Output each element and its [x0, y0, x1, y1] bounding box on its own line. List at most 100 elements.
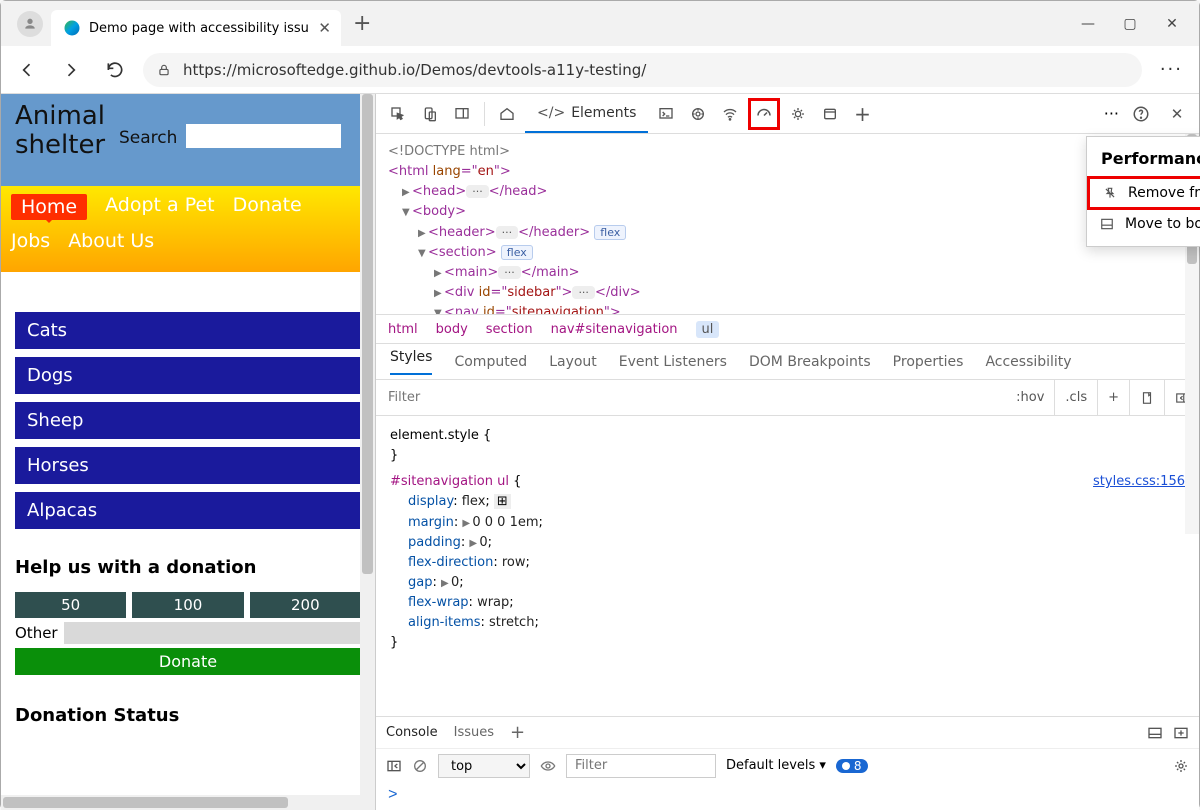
add-drawer-tab[interactable]: +	[510, 722, 525, 743]
console-sidebar-icon[interactable]	[386, 758, 402, 774]
tab-context-menu: Performance Remove from Activity Bar Mov…	[1086, 136, 1200, 247]
other-amount-input[interactable]	[64, 622, 361, 644]
sidebar-item[interactable]: Alpacas	[15, 492, 361, 529]
browser-toolbar: https://microsoftedge.github.io/Demos/de…	[1, 46, 1199, 94]
browser-tab[interactable]: Demo page with accessibility issu ✕	[51, 10, 341, 46]
url-text: https://microsoftedge.github.io/Demos/de…	[183, 61, 646, 79]
collapse-drawer-icon[interactable]	[1147, 725, 1163, 741]
page-scrollbar-vertical[interactable]	[360, 94, 375, 810]
performance-tab-icon[interactable]	[748, 98, 780, 130]
nav-jobs[interactable]: Jobs	[11, 230, 50, 252]
dom-breakpoints-tab[interactable]: DOM Breakpoints	[749, 354, 871, 370]
elements-tab[interactable]: </> Elements	[525, 95, 648, 133]
browser-menu-button[interactable]: ···	[1154, 59, 1189, 80]
tab-title: Demo page with accessibility issu	[89, 21, 309, 36]
console-settings-icon[interactable]	[1173, 758, 1189, 774]
hov-toggle[interactable]: :hov	[1006, 380, 1044, 416]
donation-heading: Help us with a donation	[15, 557, 361, 578]
profile-avatar[interactable]	[17, 11, 43, 37]
issues-badge[interactable]: 8	[836, 759, 868, 773]
donation-amount[interactable]: 50	[15, 592, 126, 618]
inspect-element-icon[interactable]	[384, 100, 412, 128]
styles-tabs: Styles Computed Layout Event Listeners D…	[376, 344, 1199, 380]
log-levels-select[interactable]: Default levels ▾	[726, 758, 826, 773]
search-label: Search	[119, 128, 177, 148]
sources-tab-icon[interactable]	[684, 100, 712, 128]
context-menu-move-bottom[interactable]: Move to bottom Quick View	[1087, 210, 1200, 238]
computed-pane-icon[interactable]	[1129, 380, 1154, 416]
device-toolbar-icon[interactable]	[416, 100, 444, 128]
devtools-toolbar: </> Elements + ··· ✕	[376, 94, 1199, 134]
nav-adopt[interactable]: Adopt a Pet	[105, 194, 215, 220]
main-nav: Home Adopt a Pet Donate Jobs About Us	[1, 186, 375, 272]
sidebar-item[interactable]: Horses	[15, 447, 361, 484]
application-tab-icon[interactable]	[816, 100, 844, 128]
edge-icon	[63, 19, 81, 37]
new-style-rule-icon[interactable]: +	[1097, 380, 1119, 416]
styles-tab[interactable]: Styles	[390, 349, 432, 375]
cls-toggle[interactable]: .cls	[1054, 380, 1087, 416]
console-tab-icon[interactable]	[652, 100, 680, 128]
sidebar-item[interactable]: Sheep	[15, 402, 361, 439]
page-scrollbar-horizontal[interactable]	[1, 795, 360, 810]
welcome-tab-icon[interactable]	[493, 100, 521, 128]
context-select[interactable]: top	[438, 754, 530, 778]
tab-close-icon[interactable]: ✕	[318, 19, 331, 37]
status-heading: Donation Status	[1, 685, 375, 732]
live-expression-icon[interactable]	[540, 758, 556, 774]
dom-breadcrumbs[interactable]: html body section nav#sitenavigation ul	[376, 314, 1199, 344]
dom-tree[interactable]: <!DOCTYPE html> <html lang="en"> ▶<head>…	[376, 134, 1199, 314]
window-maximize-button[interactable]: ▢	[1123, 16, 1137, 32]
refresh-button[interactable]	[99, 54, 131, 86]
accessibility-tab[interactable]: Accessibility	[985, 354, 1071, 370]
sidebar-item[interactable]: Cats	[15, 312, 361, 349]
devtools-close-icon[interactable]: ✕	[1163, 100, 1191, 128]
donate-button[interactable]: Donate	[15, 648, 361, 675]
window-minimize-button[interactable]: —	[1081, 16, 1095, 32]
address-bar[interactable]: https://microsoftedge.github.io/Demos/de…	[143, 53, 1142, 87]
search-input[interactable]	[186, 124, 341, 148]
sidebar-list: Cats Dogs Sheep Horses Alpacas	[1, 272, 375, 547]
devtools-panel: </> Elements + ··· ✕ Performance Remove …	[376, 94, 1199, 810]
donation-amount[interactable]: 200	[250, 592, 361, 618]
dock-bottom-icon	[1099, 217, 1115, 231]
layout-tab[interactable]: Layout	[549, 354, 597, 370]
back-button[interactable]	[11, 54, 43, 86]
memory-tab-icon[interactable]	[784, 100, 812, 128]
window-titlebar: Demo page with accessibility issu ✕ + — …	[1, 1, 1199, 46]
donation-section: Help us with a donation 50 100 200 Other…	[1, 547, 375, 685]
donation-amount[interactable]: 100	[132, 592, 243, 618]
context-menu-remove[interactable]: Remove from Activity Bar	[1087, 176, 1200, 210]
styles-filter-input[interactable]	[376, 390, 996, 405]
issues-tab[interactable]: Issues	[454, 725, 494, 740]
sidebar-item[interactable]: Dogs	[15, 357, 361, 394]
styles-filter-bar: :hov .cls +	[376, 380, 1199, 416]
help-icon[interactable]	[1127, 100, 1155, 128]
elements-tab-icon: </>	[537, 105, 565, 121]
window-close-button[interactable]: ✕	[1165, 16, 1179, 32]
properties-tab[interactable]: Properties	[893, 354, 964, 370]
console-tab[interactable]: Console	[386, 725, 438, 740]
console-drawer-tabs: Console Issues +	[376, 716, 1199, 748]
rule-source-link[interactable]: styles.css:156	[1093, 472, 1185, 492]
window-controls: — ▢ ✕	[1081, 16, 1191, 32]
console-filter-input[interactable]	[566, 754, 716, 778]
computed-tab[interactable]: Computed	[454, 354, 527, 370]
close-drawer-icon[interactable]	[1173, 725, 1189, 741]
nav-home[interactable]: Home	[11, 194, 87, 220]
console-prompt[interactable]: >	[376, 782, 1199, 810]
forward-button[interactable]	[55, 54, 87, 86]
lock-icon	[157, 63, 171, 77]
other-label: Other	[15, 624, 58, 642]
dock-icon[interactable]	[448, 100, 476, 128]
more-tabs-icon[interactable]: +	[848, 100, 876, 128]
clear-console-icon[interactable]	[412, 758, 428, 774]
nav-donate[interactable]: Donate	[233, 194, 302, 220]
devtools-menu-button[interactable]: ···	[1104, 104, 1119, 123]
event-listeners-tab[interactable]: Event Listeners	[619, 354, 727, 370]
nav-about[interactable]: About Us	[68, 230, 154, 252]
unpin-icon	[1102, 186, 1118, 200]
network-tab-icon[interactable]	[716, 100, 744, 128]
new-tab-button[interactable]: +	[353, 11, 371, 36]
styles-body[interactable]: element.style { } styles.css:156#sitenav…	[376, 416, 1199, 716]
